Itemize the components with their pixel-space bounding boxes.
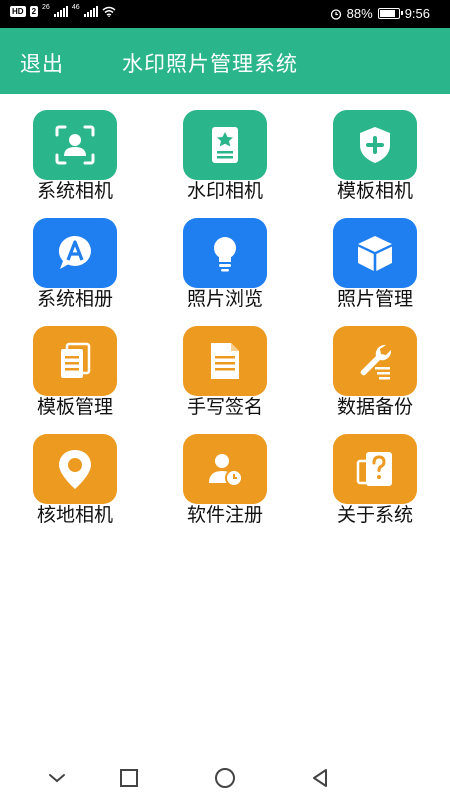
exit-button[interactable]: 退出: [20, 48, 64, 78]
location-pin-icon: [59, 450, 91, 489]
document-lines-icon: [211, 343, 239, 379]
system-nav-bar: [0, 756, 450, 800]
tile-label: 系统相册: [36, 288, 113, 310]
tile-label: 水印相机: [186, 180, 263, 202]
tile-icon-box: [33, 218, 117, 288]
tile-photo-manage[interactable]: 照片管理: [325, 202, 425, 310]
tile-icon-box: [183, 218, 267, 288]
tile-icon-box: [333, 434, 417, 504]
tile-handwritten-signature[interactable]: 手写签名: [175, 310, 275, 418]
lightbulb-icon: [214, 237, 236, 272]
documents-icon: [61, 342, 91, 378]
tile-icon-box: [183, 434, 267, 504]
clock-time: 9:56: [404, 6, 430, 21]
tile-software-register[interactable]: 软件注册: [175, 418, 275, 526]
tile-icon-box: [333, 110, 417, 180]
home-circle-icon[interactable]: [213, 766, 237, 790]
badge-star-icon: [212, 127, 238, 163]
back-chevron-icon[interactable]: [45, 766, 69, 790]
tile-data-backup[interactable]: 数据备份: [325, 310, 425, 418]
tile-label: 关于系统: [336, 504, 413, 526]
network-type-2: 46: [71, 4, 80, 11]
recents-square-icon[interactable]: [117, 766, 141, 790]
signal-icon: [83, 6, 98, 17]
user-clock-icon: [209, 454, 243, 487]
alarm-icon: [330, 8, 341, 20]
tile-label: 数据备份: [336, 396, 413, 418]
tile-about-system[interactable]: 关于系统: [325, 418, 425, 526]
tile-verify-camera[interactable]: 核地相机: [25, 418, 125, 526]
tile-icon-box: [333, 218, 417, 288]
status-right: 88% 9:56: [330, 6, 430, 21]
tile-label: 系统相机: [36, 180, 113, 202]
page-title: 水印照片管理系统: [122, 52, 298, 76]
wrench-icon: [360, 344, 392, 380]
tile-label: 手写签名: [186, 396, 263, 418]
hd-badge: HD: [10, 6, 26, 17]
tile-icon-box: [33, 434, 117, 504]
battery-icon: [377, 8, 403, 19]
network-type-1: 26: [42, 4, 50, 11]
wifi-icon: [102, 6, 116, 17]
sim-badge: 2: [29, 6, 39, 17]
status-left: HD 2 26 46: [10, 4, 116, 17]
tile-icon-box: [183, 326, 267, 396]
question-card-icon: [356, 452, 392, 486]
tile-template-manage[interactable]: 模板管理: [25, 310, 125, 418]
tile-system-album[interactable]: 系统相册: [25, 202, 125, 310]
tile-icon-box: [333, 326, 417, 396]
tile-label: 照片管理: [336, 288, 413, 310]
tile-label: 核地相机: [36, 504, 113, 526]
face-scan-icon: [55, 125, 95, 165]
tile-label: 软件注册: [186, 504, 263, 526]
tile-icon-box: [33, 326, 117, 396]
chat-a-icon: [58, 235, 91, 269]
tile-watermark-camera[interactable]: 水印相机: [175, 94, 275, 202]
cube-icon: [358, 236, 392, 271]
tile-icon-box: [183, 110, 267, 180]
app-header: 退出 水印照片管理系统: [0, 28, 450, 94]
status-bar: HD 2 26 46 88% 9:56: [0, 0, 450, 28]
battery-percent: 88%: [346, 6, 373, 21]
tile-label: 照片浏览: [186, 288, 263, 310]
back-triangle-icon[interactable]: [308, 766, 332, 790]
tile-label: 模板管理: [36, 396, 113, 418]
tile-photo-browse[interactable]: 照片浏览: [175, 202, 275, 310]
tile-template-camera[interactable]: 模板相机: [325, 94, 425, 202]
tile-system-camera[interactable]: 系统相机: [25, 94, 125, 202]
tile-icon-box: [33, 110, 117, 180]
signal-icon: [53, 6, 68, 17]
battery-level: [379, 10, 395, 17]
shield-plus-icon: [360, 127, 390, 163]
tile-label: 模板相机: [336, 180, 413, 202]
